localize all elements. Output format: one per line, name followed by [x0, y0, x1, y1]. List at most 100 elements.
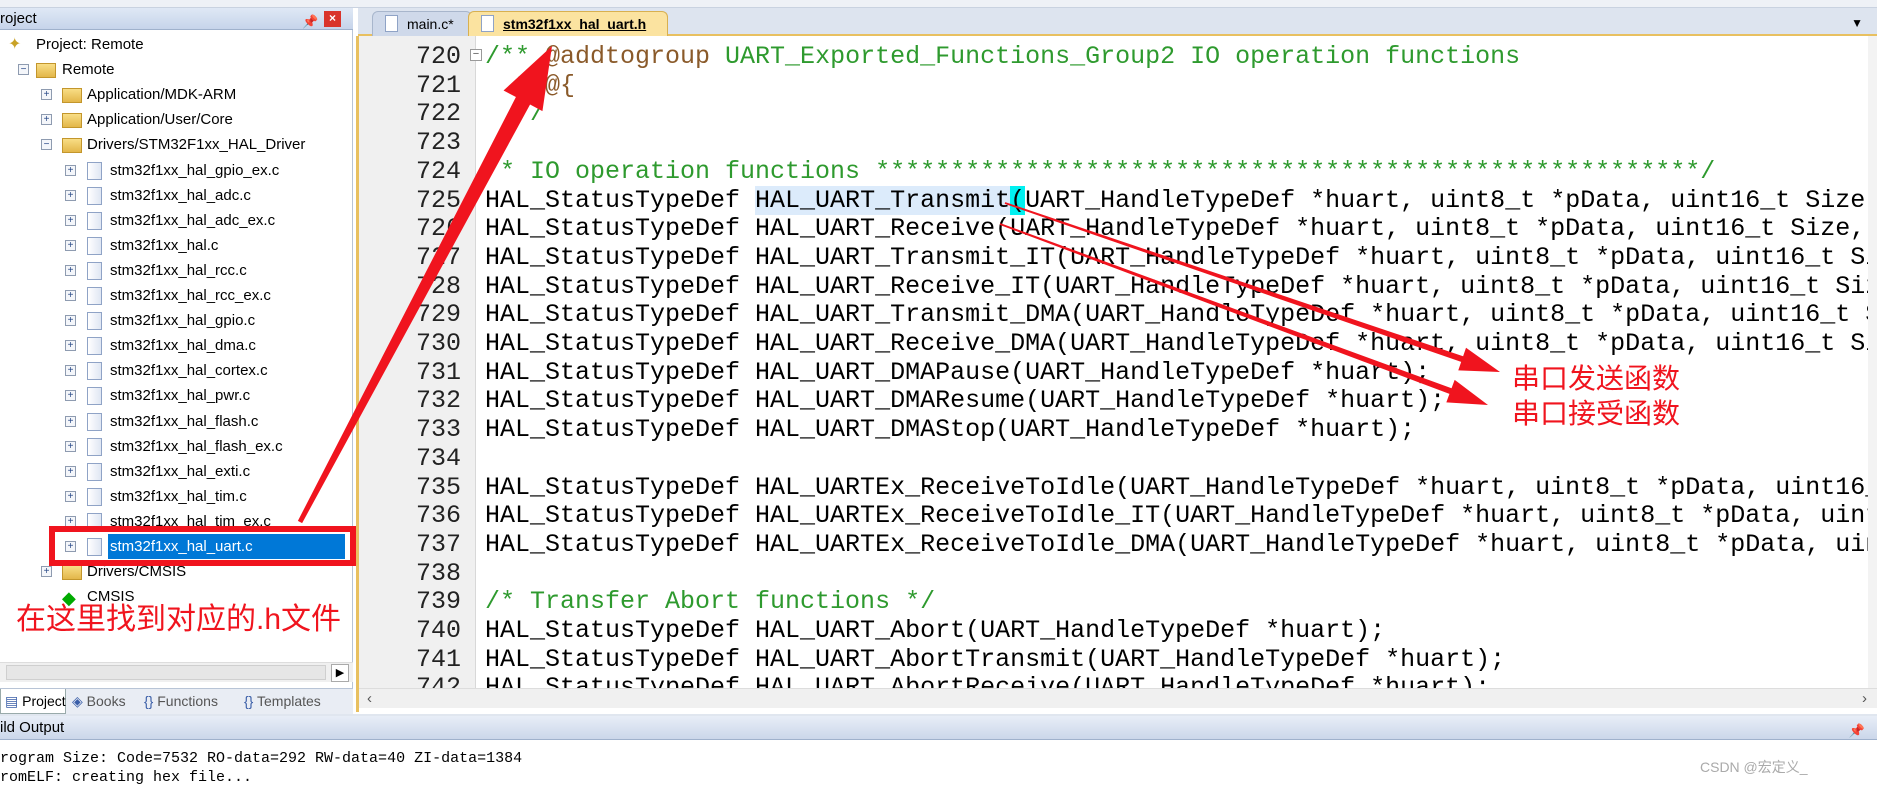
- line-number: 736: [415, 501, 461, 531]
- tree-item[interactable]: + stm32f1xx_hal_gpio.c: [0, 308, 353, 333]
- tab-templates[interactable]: {} Templates: [240, 689, 340, 714]
- tab-functions[interactable]: {} Functions: [140, 689, 238, 714]
- tree-item[interactable]: + Application/MDK-ARM: [0, 82, 353, 107]
- tree-item[interactable]: + stm32f1xx_hal_tim_ex.c: [0, 509, 353, 534]
- expand-icon[interactable]: +: [65, 290, 76, 301]
- code-line[interactable]: 736 HAL_StatusTypeDef HAL_UARTEx_ReceiveT…: [359, 501, 1871, 530]
- pin-icon[interactable]: 📌: [1849, 719, 1865, 743]
- expand-icon[interactable]: +: [65, 515, 76, 527]
- expand-icon[interactable]: +: [65, 541, 76, 552]
- line-number: 728: [415, 271, 461, 301]
- tree-item[interactable]: + stm32f1xx_hal_uart.c: [0, 534, 353, 559]
- scroll-left-icon[interactable]: ‹: [367, 690, 372, 707]
- transmit-annotation: 串口发送函数: [1512, 363, 1681, 394]
- code-line[interactable]: 734: [359, 444, 1871, 473]
- tree-item[interactable]: + Drivers/CMSIS: [0, 559, 353, 584]
- code-line[interactable]: 722 */: [359, 99, 1871, 128]
- watermark: CSDN @宏定义_: [1700, 759, 1808, 775]
- build-output-title: ild Output: [0, 719, 65, 736]
- tree-item[interactable]: + stm32f1xx_hal_flash_ex.c: [0, 434, 353, 459]
- code-line[interactable]: 737 HAL_StatusTypeDef HAL_UARTEx_ReceiveT…: [359, 530, 1871, 559]
- tree-item[interactable]: − Remote: [0, 57, 353, 82]
- collapse-icon[interactable]: −: [18, 64, 29, 76]
- code-token: HAL_StatusTypeDef HAL_UART_Transmit_DMA(…: [485, 300, 1871, 330]
- expand-icon[interactable]: +: [65, 340, 76, 352]
- expand-icon[interactable]: +: [41, 566, 52, 578]
- code-line[interactable]: 730 HAL_StatusTypeDef HAL_UART_Receive_DM…: [359, 329, 1871, 358]
- code-line[interactable]: 725 HAL_StatusTypeDef HAL_UART_Transmit(U…: [359, 185, 1871, 215]
- code-line[interactable]: 728 HAL_StatusTypeDef HAL_UART_Receive_IT…: [359, 272, 1871, 301]
- tree-item[interactable]: + stm32f1xx_hal_flash.c: [0, 409, 353, 434]
- tree-item-label: stm32f1xx_hal_uart.c: [108, 534, 345, 559]
- fold-icon[interactable]: −: [470, 49, 482, 61]
- tree-item[interactable]: ✦ Project: Remote: [0, 32, 353, 57]
- file-icon: [87, 337, 102, 356]
- code-text: /** @addtogroup UART_Exported_Functions_…: [485, 42, 1520, 71]
- expand-icon[interactable]: +: [65, 490, 76, 502]
- tree-item[interactable]: + stm32f1xx_hal_tim.c: [0, 484, 353, 509]
- tree-item[interactable]: + stm32f1xx_hal_pwr.c: [0, 383, 353, 408]
- code-line[interactable]: 739 /* Transfer Abort functions */: [359, 587, 1871, 616]
- tree-item[interactable]: + stm32f1xx_hal_cortex.c: [0, 358, 353, 383]
- tab-books[interactable]: ◈ Books: [68, 689, 138, 714]
- close-icon[interactable]: ×: [324, 11, 341, 27]
- code-line[interactable]: 741 HAL_StatusTypeDef HAL_UART_AbortTrans…: [359, 645, 1871, 674]
- expand-icon[interactable]: +: [65, 239, 76, 251]
- code-line[interactable]: 723: [359, 128, 1871, 157]
- pin-icon[interactable]: 📌: [302, 11, 318, 33]
- code-line[interactable]: 738: [359, 559, 1871, 588]
- editor-horizontal-scrollbar[interactable]: ‹ ›: [359, 688, 1877, 708]
- folder-icon: [62, 113, 82, 129]
- tab-project[interactable]: ▤ Project: [0, 689, 66, 714]
- tree-item[interactable]: + stm32f1xx_hal_adc_ex.c: [0, 208, 353, 233]
- tree-item[interactable]: + stm32f1xx_hal_exti.c: [0, 459, 353, 484]
- vertical-scrollbar[interactable]: [1868, 36, 1877, 688]
- scrollbar-thumb[interactable]: [6, 665, 326, 680]
- tab-label: main.c*: [407, 16, 454, 32]
- code-line[interactable]: 735 HAL_StatusTypeDef HAL_UARTEx_ReceiveT…: [359, 473, 1871, 502]
- expand-icon[interactable]: +: [65, 415, 76, 427]
- horizontal-scrollbar[interactable]: ▶: [0, 662, 353, 682]
- tree-item[interactable]: + stm32f1xx_hal_rcc.c: [0, 258, 353, 283]
- code-line[interactable]: 742 HAL_StatusTypeDef HAL_UART_AbortRecei…: [359, 673, 1871, 688]
- tree-item-label: stm32f1xx_hal_rcc.c: [110, 261, 247, 279]
- expand-icon[interactable]: +: [65, 315, 76, 327]
- collapse-icon[interactable]: −: [41, 139, 52, 151]
- tree-item[interactable]: + stm32f1xx_hal_dma.c: [0, 333, 353, 358]
- tree-item[interactable]: − Drivers/STM32F1xx_HAL_Driver: [0, 132, 353, 157]
- code-token: HAL_StatusTypeDef: [485, 185, 756, 215]
- expand-icon[interactable]: +: [65, 365, 76, 377]
- scroll-right-icon[interactable]: ▶: [331, 664, 349, 682]
- code-line[interactable]: 726 HAL_StatusTypeDef HAL_UART_Receive(UA…: [359, 214, 1871, 243]
- expand-icon[interactable]: +: [65, 189, 76, 201]
- expand-icon[interactable]: +: [65, 440, 76, 452]
- code-line[interactable]: 720−/** @addtogroup UART_Exported_Functi…: [359, 42, 1871, 71]
- expand-icon[interactable]: +: [41, 89, 52, 101]
- doc-keyword-token: @{: [545, 70, 576, 100]
- expand-icon[interactable]: +: [65, 164, 76, 176]
- tree-item[interactable]: + stm32f1xx_hal_rcc_ex.c: [0, 283, 353, 308]
- expand-icon[interactable]: +: [65, 264, 76, 276]
- code-line[interactable]: 727 HAL_StatusTypeDef HAL_UART_Transmit_I…: [359, 243, 1871, 272]
- tree-item[interactable]: + stm32f1xx_hal_gpio_ex.c: [0, 158, 353, 183]
- tab-label: stm32f1xx_hal_uart.h: [503, 16, 647, 32]
- tree-item[interactable]: + stm32f1xx_hal_adc.c: [0, 183, 353, 208]
- file-icon: [87, 437, 102, 456]
- code-line[interactable]: 721 * @{: [359, 71, 1871, 100]
- code-line[interactable]: 740 HAL_StatusTypeDef HAL_UART_Abort(UART…: [359, 616, 1871, 645]
- tab-stm32f1xx-hal-uart-h[interactable]: stm32f1xx_hal_uart.h: [468, 11, 668, 36]
- scroll-right-icon[interactable]: ›: [1862, 690, 1867, 707]
- line-number: 738: [415, 558, 461, 588]
- tree-item[interactable]: + stm32f1xx_hal.c: [0, 233, 353, 258]
- tree-item[interactable]: + Application/User/Core: [0, 107, 353, 132]
- code-line[interactable]: 724 * IO operation functions ***********…: [359, 157, 1871, 186]
- expand-icon[interactable]: +: [65, 390, 76, 402]
- code-token: HAL_StatusTypeDef HAL_UART_DMAPause(UART…: [485, 357, 1431, 387]
- chevron-down-icon[interactable]: ▼: [1851, 16, 1863, 30]
- expand-icon[interactable]: +: [65, 214, 76, 226]
- file-icon: [87, 487, 102, 506]
- code-line[interactable]: 729 HAL_StatusTypeDef HAL_UART_Transmit_D…: [359, 300, 1871, 329]
- expand-icon[interactable]: +: [41, 114, 52, 126]
- expand-icon[interactable]: +: [65, 465, 76, 477]
- tab-main-c[interactable]: main.c*: [372, 11, 472, 36]
